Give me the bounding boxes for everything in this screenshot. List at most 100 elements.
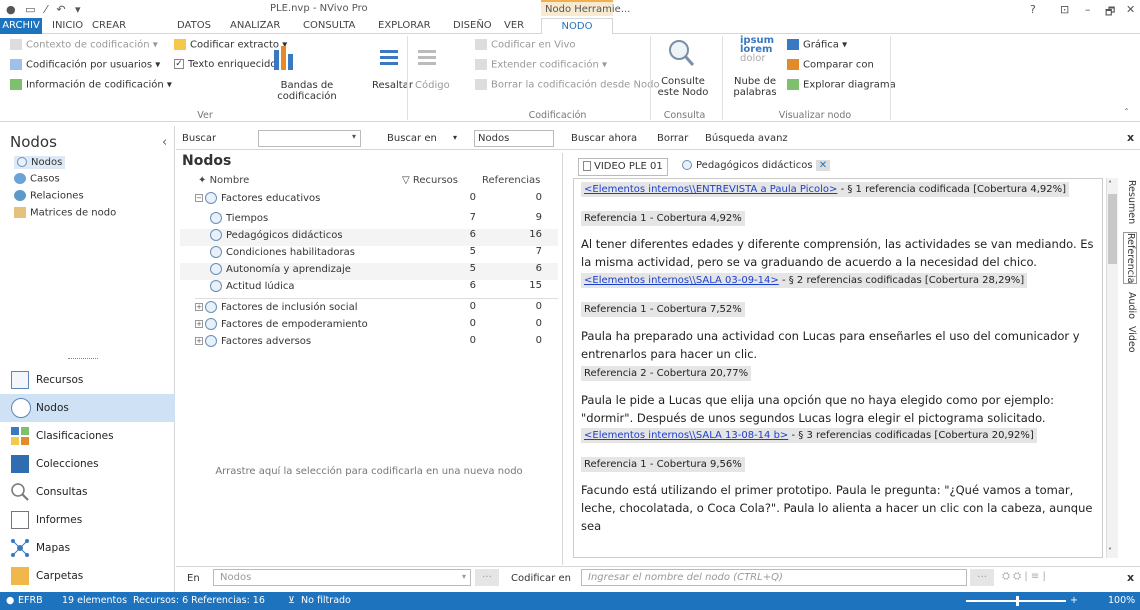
tree-item-matrices[interactable]: Matrices de nodo: [14, 207, 116, 219]
texto-enriquecido-checkbox[interactable]: ✓ Texto enriquecido: [174, 59, 276, 70]
table-row[interactable]: Tiempos 7 9: [180, 212, 558, 229]
tab-nodo[interactable]: NODO: [541, 18, 613, 34]
close-code-bar-icon[interactable]: x: [1127, 571, 1134, 584]
row-name-text: Factores de empoderamiento: [221, 319, 368, 330]
doc-tab-video[interactable]: VIDEO PLE 01: [578, 158, 668, 176]
nav-recursos[interactable]: Recursos: [0, 366, 175, 394]
codigo-button[interactable]: Código: [415, 80, 450, 91]
tab-analizar[interactable]: ANALIZAR: [230, 18, 280, 34]
chevron-down-icon[interactable]: ▾: [352, 132, 356, 141]
scroll-down-icon[interactable]: ˅: [1108, 547, 1112, 556]
browse-button[interactable]: …: [970, 569, 994, 586]
vtab-referencia[interactable]: Referencia: [1123, 232, 1137, 285]
scrollbar[interactable]: ˄ ˅: [1106, 178, 1118, 558]
bandas-codificacion-button[interactable]: Bandas de codificación: [272, 80, 342, 102]
tree-item-nodos[interactable]: Nodos: [14, 156, 66, 169]
scope-dropdown-icon[interactable]: ▾: [453, 133, 457, 142]
nav-clasificaciones[interactable]: Clasificaciones: [0, 422, 175, 450]
expand-icon[interactable]: +: [195, 320, 203, 328]
collapse-ribbon-icon[interactable]: ˆ: [1124, 108, 1129, 119]
tab-crear[interactable]: CREAR: [92, 18, 126, 34]
source-link[interactable]: <Elementos internos\\SALA 03-09-14>: [584, 275, 779, 286]
nav-carpetas[interactable]: Carpetas: [0, 562, 175, 590]
collapse-pane-icon[interactable]: ‹: [162, 135, 167, 150]
source-link[interactable]: <Elementos internos\\SALA 13-08-14 b>: [584, 430, 788, 441]
quick-access-toolbar[interactable]: ● ▭ ⁄ ↶ ▾: [6, 3, 84, 16]
nav-informes[interactable]: Informes: [0, 506, 175, 534]
nav-colecciones[interactable]: Colecciones: [0, 450, 175, 478]
scroll-thumb[interactable]: [1108, 194, 1117, 264]
codificar-en-vivo-button[interactable]: Codificar en Vivo: [475, 39, 576, 51]
code-uncode-icons[interactable]: ⛭ ⛭ | ≡ |: [1002, 571, 1046, 582]
expand-icon[interactable]: +: [195, 337, 203, 345]
table-row[interactable]: + Factores adversos 0 0: [180, 335, 558, 352]
tab-explorar[interactable]: EXPLORAR: [378, 18, 431, 34]
tab-datos[interactable]: DATOS: [177, 18, 211, 34]
reference-text: Facundo está utilizando el primer protot…: [581, 483, 1093, 533]
contexto-codificacion-button[interactable]: Contexto de codificación ▾: [10, 39, 158, 51]
find-now-button[interactable]: Buscar ahora: [571, 133, 637, 144]
tab-archiv[interactable]: ARCHIV: [0, 18, 42, 34]
vtab-resumen[interactable]: Resumen: [1123, 180, 1137, 224]
close-button[interactable]: ✕: [1126, 3, 1135, 16]
node-grid: − Factores educativos 0 0 Tiempos 7 9 Pedagógic…: [180, 172, 558, 382]
find-input[interactable]: ▾: [258, 130, 361, 147]
compare-icon: [787, 59, 799, 70]
find-scope-field[interactable]: Nodos: [474, 130, 554, 147]
explorar-diagrama-button[interactable]: Explorar diagrama: [787, 79, 896, 91]
tab-ver[interactable]: VER: [504, 18, 524, 34]
table-row[interactable]: Autonomía y aprendizaje 5 6: [180, 263, 558, 280]
browse-button[interactable]: …: [475, 569, 499, 586]
bar-chart-icon: [787, 39, 799, 50]
table-row[interactable]: − Factores educativos 0 0: [180, 192, 558, 209]
nube-palabras-button[interactable]: Nube de palabras: [733, 76, 777, 98]
advanced-find-button[interactable]: Búsqueda avanz: [705, 133, 788, 144]
tab-consulta[interactable]: CONSULTA: [303, 18, 355, 34]
expand-icon[interactable]: +: [195, 303, 203, 311]
clear-button[interactable]: Borrar: [657, 133, 688, 144]
nav-nodos[interactable]: Nodos: [0, 394, 175, 422]
doc-tab-node[interactable]: Pedagógicos didácticos ✕: [678, 158, 835, 176]
reference-view[interactable]: <Elementos internos\\ENTREVISTA a Paula …: [573, 178, 1103, 558]
close-find-icon[interactable]: x: [1127, 131, 1134, 144]
table-row[interactable]: Actitud lúdica 6 15: [180, 280, 558, 297]
table-row[interactable]: + Factores de inclusión social 0 0: [180, 301, 558, 318]
comparar-con-button[interactable]: Comparar con: [787, 59, 874, 71]
zoom-thumb[interactable]: [1016, 596, 1019, 606]
table-row[interactable]: Pedagógicos didácticos 6 16: [180, 229, 558, 246]
grafica-button[interactable]: Gráfica ▾: [787, 39, 847, 51]
scroll-up-icon[interactable]: ˄: [1108, 180, 1112, 189]
help-icon[interactable]: ?: [1030, 3, 1036, 16]
minimize-button[interactable]: –: [1085, 3, 1091, 16]
vtab-audio[interactable]: Audio: [1123, 292, 1137, 319]
tab-inicio[interactable]: INICIO: [52, 18, 83, 34]
borrar-codificacion-button[interactable]: Borrar la codificación desde Nodo: [475, 79, 660, 91]
nav-consultas[interactable]: Consultas: [0, 478, 175, 506]
chevron-down-icon[interactable]: ▾: [462, 572, 466, 581]
tree-item-casos[interactable]: Casos: [14, 173, 60, 185]
nav-mapas[interactable]: Mapas: [0, 534, 175, 562]
consulte-nodo-button[interactable]: Consulte este Nodo: [657, 76, 709, 98]
node-name-input[interactable]: Ingresar el nombre del nodo (CTRL+Q): [581, 569, 967, 586]
extender-codificacion-button[interactable]: Extender codificación ▾: [475, 59, 607, 71]
codigo-icon: [418, 48, 438, 73]
tab-diseno[interactable]: DISEÑO: [453, 18, 492, 34]
codificacion-usuarios-button[interactable]: Codificación por usuarios ▾: [10, 59, 160, 71]
tree-item-relaciones[interactable]: Relaciones: [14, 190, 84, 202]
group-visualizar-label: Visualizar nodo: [778, 110, 852, 121]
pane-splitter[interactable]: [68, 358, 98, 359]
informacion-codificacion-button[interactable]: Información de codificación ▾: [10, 79, 172, 91]
table-row[interactable]: Condiciones habilitadoras 5 7: [180, 246, 558, 263]
zoom-in-icon[interactable]: +: [1070, 595, 1078, 606]
code-in-field[interactable]: Nodos ▾: [213, 569, 471, 586]
source-link[interactable]: <Elementos internos\\ENTREVISTA a Paula …: [584, 184, 837, 195]
pane-divider[interactable]: [562, 153, 563, 565]
vtab-video[interactable]: Video: [1123, 326, 1137, 353]
ribbon-display-icon[interactable]: ⊡: [1060, 3, 1069, 16]
word-cloud-icon: ipsum lorem dolor: [740, 35, 775, 64]
row-referencias: 16: [529, 229, 542, 240]
table-row[interactable]: + Factores de empoderamiento 0 0: [180, 318, 558, 335]
collapse-icon[interactable]: −: [195, 194, 203, 202]
row-name-text: Factores adversos: [221, 336, 312, 347]
close-tab-icon[interactable]: ✕: [815, 160, 831, 171]
